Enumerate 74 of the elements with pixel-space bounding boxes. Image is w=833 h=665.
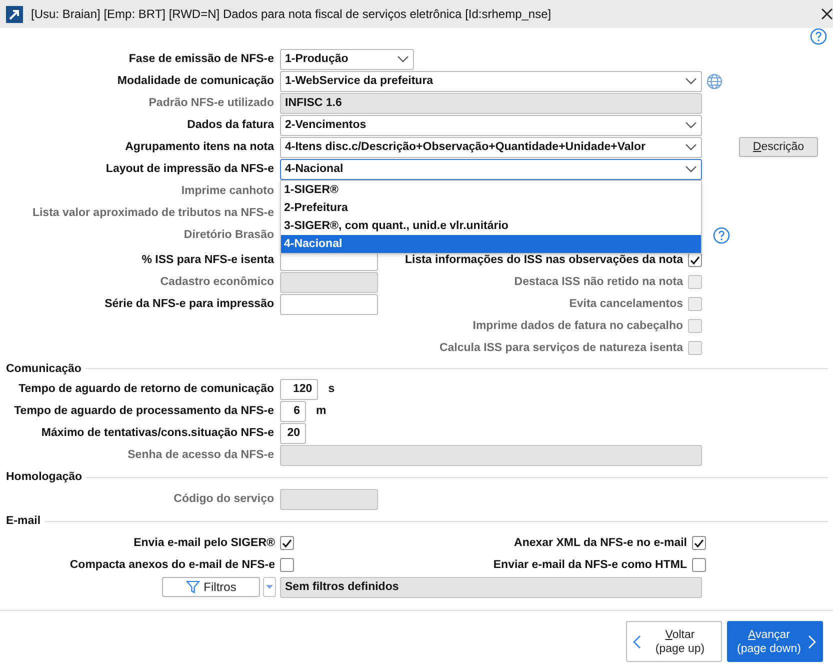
caret-icon — [266, 585, 273, 589]
field-label: Layout de impressão da NFS-e — [104, 163, 275, 175]
chevron-right-icon — [808, 634, 816, 648]
close-icon[interactable] — [821, 8, 833, 20]
checkbox-label: Lista informações do ISS nas observações da nota — [404, 254, 683, 266]
checkbox[interactable] — [692, 558, 706, 572]
text-field: INFISC 1.6 — [280, 92, 702, 114]
dropdown[interactable]: 1-WebService da prefeitura — [280, 70, 702, 92]
field-label: Modalidade de comunicação — [116, 75, 275, 87]
help-icon[interactable] — [713, 226, 730, 244]
field-label: Senha de acesso da NFS-e — [126, 449, 275, 461]
unit-label: s — [328, 383, 335, 395]
chevron-down-icon — [685, 165, 697, 173]
field-label: Tempo de aguardo de retorno de comunicação — [18, 383, 275, 395]
chevron-down-icon — [685, 121, 697, 129]
checkbox-label: Compacta anexos do e-mail de NFS-e — [70, 559, 275, 571]
filter-icon — [186, 580, 200, 594]
next-button[interactable]: Avançar (page down) — [727, 621, 823, 662]
checkbox[interactable] — [280, 558, 294, 572]
field-label: Cadastro econômico — [159, 276, 275, 288]
checkbox-label: Evita cancelamentos — [569, 298, 683, 310]
section-title: Comunicação — [6, 362, 82, 374]
chevron-down-icon — [685, 77, 697, 85]
dropdown[interactable]: 4-Nacional — [280, 158, 702, 180]
field-label: Fase de emissão de NFS-e — [128, 53, 275, 65]
field-label: Padrão NFS-e utilizado — [148, 97, 275, 109]
dropdown-option[interactable]: 1-SIGER® — [281, 180, 701, 198]
back-button[interactable]: Voltar (page up) — [626, 621, 722, 662]
checkbox[interactable] — [280, 536, 294, 550]
checkbox[interactable] — [688, 253, 702, 267]
window-title: [Usu: Braian] [Emp: BRT] [RWD=N] Dados para nota fiscal de serviços eletrônica [Id:srhemp_nse] — [31, 7, 552, 21]
dropdown[interactable]: 4-Itens disc.c/Descrição+Observação+Quantidade+Unidade+Valor — [280, 136, 702, 158]
field-label: Imprime canhoto — [180, 185, 275, 197]
dropdown-option[interactable]: 4-Nacional — [281, 234, 701, 252]
text-field[interactable]: 120 — [280, 378, 318, 400]
filter-button[interactable]: Filtros — [162, 577, 260, 597]
chevron-left-icon — [633, 634, 641, 648]
dropdown-option[interactable]: 2-Prefeitura — [281, 198, 701, 216]
field-label: Tempo de aguardo de processamento da NFS-e — [13, 405, 275, 417]
field-label: Série da NFS-e para impressão — [104, 298, 275, 310]
unit-label: m — [316, 405, 326, 417]
text-field[interactable]: 6 — [280, 400, 306, 422]
chevron-down-icon — [685, 143, 697, 151]
section-title: Homologação — [6, 471, 82, 483]
field-label: Máximo de tentativas/cons.situação NFS-e — [40, 427, 275, 439]
field-label: Diretório Brasão — [182, 229, 275, 241]
checkbox-label: Calcula ISS para serviços de natureza isenta — [439, 342, 683, 354]
globe-icon[interactable] — [706, 72, 723, 90]
section-title: E-mail — [6, 515, 41, 527]
checkbox[interactable] — [692, 536, 706, 550]
text-field[interactable]: 20 — [280, 422, 306, 444]
field-label: % ISS para NFS-e isenta — [140, 254, 275, 266]
checkbox-label: Destaca ISS não retido na nota — [514, 276, 683, 288]
check-icon — [690, 256, 700, 264]
check-icon — [694, 538, 704, 548]
dropdown[interactable]: 1-Produção — [280, 48, 414, 70]
check-icon — [282, 538, 292, 548]
checkbox-label: Anexar XML da NFS-e no e-mail — [514, 537, 687, 549]
help-icon[interactable] — [810, 28, 827, 45]
description-button[interactable]: Descrição — [739, 137, 818, 157]
field-label: Agrupamento itens na nota — [124, 141, 275, 153]
text-field[interactable] — [280, 294, 378, 314]
checkbox-label: Imprime dados de fatura no cabeçalho — [472, 320, 683, 332]
dropdown[interactable]: 2-Vencimentos — [280, 114, 702, 136]
dropdown-button[interactable] — [263, 577, 276, 597]
checkbox-label: Enviar e-mail da NFS-e como HTML — [493, 559, 687, 571]
app-logo-icon — [6, 6, 23, 22]
field-label: Dados da fatura — [186, 119, 275, 131]
field-label: Código do serviço — [172, 493, 275, 505]
field-label: Lista valor aproximado de tributos na NFS-e — [31, 207, 275, 219]
filter-field: Sem filtros definidos — [280, 576, 702, 598]
chevron-down-icon — [397, 55, 409, 63]
checkbox-label: Envia e-mail pelo SIGER® — [134, 537, 275, 549]
dropdown-option[interactable]: 3-SIGER®, com quant., unid.e vlr.unitário — [281, 216, 701, 234]
